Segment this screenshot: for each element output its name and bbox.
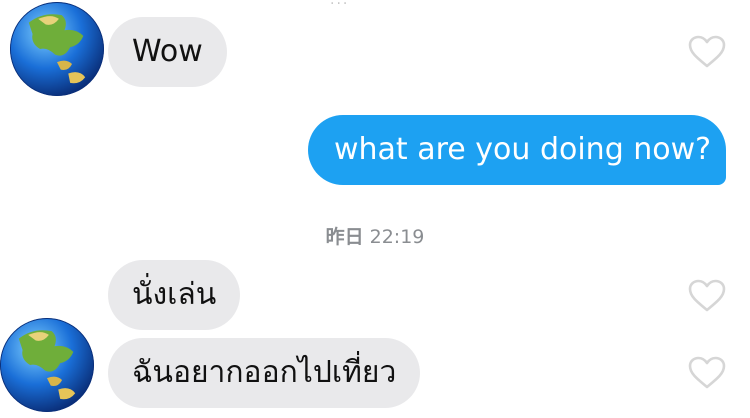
message-text: ฉันอยากออกไปเที่ยว xyxy=(132,355,397,390)
clipped-text-top: ... xyxy=(330,0,350,8)
timestamp-divider: 昨日 22:19 xyxy=(0,222,750,249)
message-bubble-thai-2[interactable]: ฉันอยากออกไปเที่ยว xyxy=(108,338,421,408)
earth-globe-asia-icon[interactable] xyxy=(10,2,104,96)
timestamp-day: 昨日 xyxy=(325,226,364,248)
message-text: what are you doing now? xyxy=(334,132,712,167)
message-bubble-outgoing[interactable]: what are you doing now? xyxy=(308,115,726,185)
message-bubble-thai-1[interactable]: นั่งเล่น xyxy=(108,260,241,330)
heart-outline-icon[interactable] xyxy=(688,35,726,69)
message-text: นั่งเล่น xyxy=(132,277,217,312)
heart-outline-icon[interactable] xyxy=(688,279,726,313)
message-bubble-wow[interactable]: Wow xyxy=(108,17,227,87)
message-text: Wow xyxy=(132,34,203,69)
earth-globe-asia-icon[interactable] xyxy=(0,318,94,412)
timestamp-time: 22:19 xyxy=(369,226,425,248)
heart-outline-icon[interactable] xyxy=(688,356,726,390)
